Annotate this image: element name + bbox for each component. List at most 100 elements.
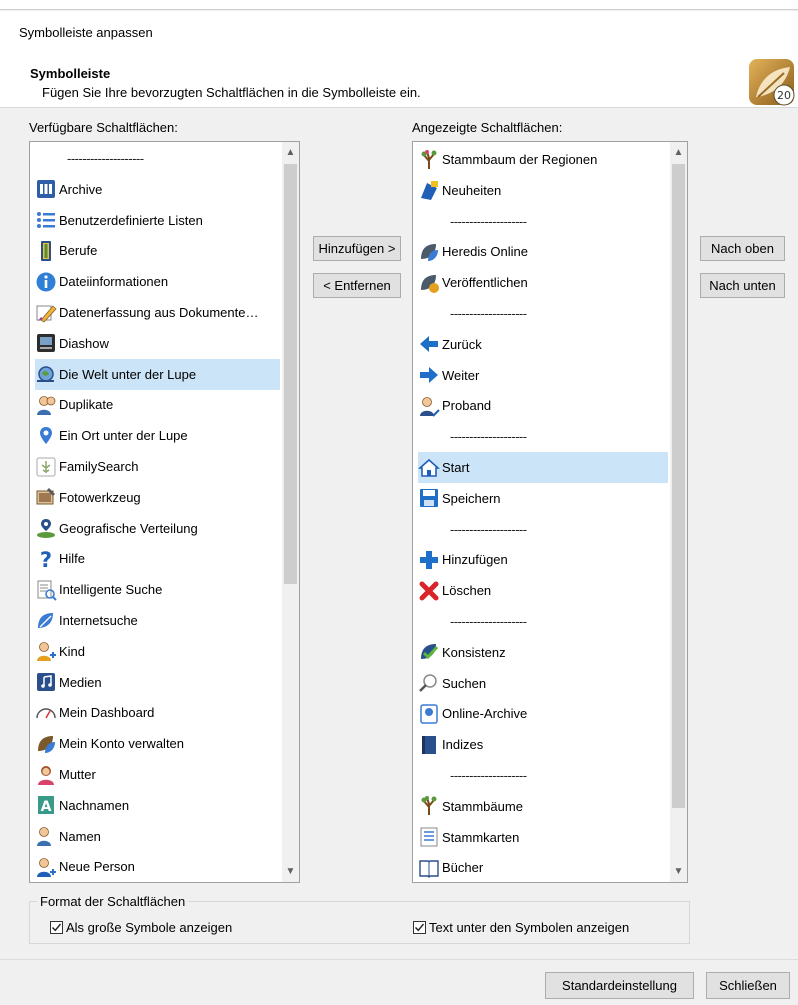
scroll-down-arrow-icon[interactable]: ▼ — [670, 863, 687, 880]
list-item-label: Nachnamen — [59, 797, 130, 813]
consistency-check-icon — [418, 641, 440, 663]
child-icon — [35, 640, 57, 662]
scroll-up-arrow-icon[interactable]: ▲ — [670, 144, 687, 161]
list-item[interactable]: Fotowerkzeug — [35, 482, 280, 513]
window-top-edge — [0, 0, 798, 10]
account-icon — [35, 733, 57, 755]
move-down-button[interactable]: Nach unten — [700, 273, 785, 298]
list-item[interactable]: Speichern — [418, 483, 668, 514]
archive-icon — [35, 178, 57, 200]
list-item[interactable]: Start — [418, 452, 668, 483]
list-item-label: -------------------- — [450, 213, 527, 229]
home-icon — [418, 457, 440, 479]
separator-item[interactable]: -------------------- — [418, 760, 668, 791]
list-item[interactable]: Archive — [35, 174, 280, 205]
list-item[interactable]: Kind — [35, 636, 280, 667]
text-below-checkbox[interactable]: Text unter den Symbolen anzeigen — [413, 920, 629, 935]
list-item[interactable]: Löschen — [418, 575, 668, 606]
scroll-up-arrow-icon[interactable]: ▲ — [282, 144, 299, 161]
list-item[interactable]: Medien — [35, 667, 280, 698]
default-settings-button[interactable]: Standardeinstellung — [545, 972, 694, 999]
large-icons-checkbox[interactable]: Als große Symbole anzeigen — [50, 920, 232, 935]
list-item[interactable]: Intelligente Suche — [35, 574, 280, 605]
large-icons-label: Als große Symbole anzeigen — [66, 920, 233, 935]
list-item[interactable]: Stammbäume — [418, 791, 668, 822]
list-item[interactable]: Zurück — [418, 329, 668, 360]
list-item[interactable]: Stammbaum der Regionen — [418, 144, 668, 175]
separator-item[interactable]: -------------------- — [418, 514, 668, 545]
list-item[interactable]: Bücher — [418, 852, 668, 882]
forward-arrow-icon — [418, 364, 440, 386]
list-item[interactable]: FamilySearch — [35, 451, 280, 482]
list-item[interactable]: Datenerfassung aus Dokumente… — [35, 297, 280, 328]
heredis-logo-icon: 20 — [746, 57, 796, 107]
scroll-down-arrow-icon[interactable]: ▼ — [282, 863, 299, 880]
list-item[interactable]: Hinzufügen — [418, 544, 668, 575]
available-scroll-thumb[interactable] — [284, 164, 297, 584]
list-item[interactable]: Mutter — [35, 759, 280, 790]
list-item-label: Mein Dashboard — [59, 705, 155, 721]
separator-item[interactable]: -------------------- — [418, 206, 668, 237]
list-item-label: Löschen — [442, 583, 492, 599]
dashboard-icon — [35, 702, 57, 724]
checkbox-box[interactable] — [50, 921, 63, 934]
list-item[interactable]: Benutzerdefinierte Listen — [35, 205, 280, 236]
list-item[interactable]: Veröffentlichen — [418, 267, 668, 298]
geo-distribution-icon — [35, 517, 57, 539]
list-item[interactable]: Mein Konto verwalten — [35, 728, 280, 759]
list-item-label: -------------------- — [450, 306, 527, 321]
pen-icon — [35, 302, 57, 324]
separator-item[interactable]: -------------------- — [418, 298, 668, 329]
list-item[interactable]: Duplikate — [35, 389, 280, 420]
displayed-buttons-list[interactable]: Stammbaum der Regionen Neuheiten ---------… — [412, 141, 688, 883]
list-item[interactable]: Konsistenz — [418, 637, 668, 668]
list-item[interactable]: Geografische Verteilung — [35, 513, 280, 544]
available-buttons-list[interactable]: -------------------- Archive Benutzerdefin… — [29, 141, 300, 883]
duplicates-icon — [35, 394, 57, 416]
place-pin-icon — [35, 425, 57, 447]
list-item[interactable]: Diashow — [35, 328, 280, 359]
list-item[interactable]: Neue Person — [35, 851, 280, 882]
family-tree-icon — [418, 795, 440, 817]
list-item-label: Kind — [59, 643, 86, 659]
list-item[interactable]: Weiter — [418, 360, 668, 391]
list-item[interactable]: Mein Dashboard — [35, 697, 280, 728]
list-item[interactable]: Berufe — [35, 235, 280, 266]
displayed-scroll-thumb[interactable] — [672, 164, 685, 808]
list-item-label: Ein Ort unter der Lupe — [59, 428, 188, 444]
proband-icon — [418, 395, 440, 417]
list-item[interactable]: Ein Ort unter der Lupe — [35, 420, 280, 451]
list-item[interactable]: Neuheiten — [418, 175, 668, 206]
list-item[interactable]: Internetsuche — [35, 605, 280, 636]
close-button[interactable]: Schließen — [706, 972, 790, 999]
list-item[interactable]: Indizes — [418, 729, 668, 760]
list-item[interactable]: Stammkarten — [418, 822, 668, 853]
list-item[interactable]: Dateiinformationen — [35, 266, 280, 297]
list-item-label: Intelligente Suche — [59, 582, 163, 598]
list-item[interactable]: Online-Archive — [418, 698, 668, 729]
list-item-label: Stammbäume — [442, 798, 523, 814]
list-item-label: -------------------- — [450, 429, 527, 445]
list-item[interactable]: Proband — [418, 390, 668, 421]
remove-button[interactable]: < Entfernen — [313, 273, 401, 298]
familysearch-icon — [35, 456, 57, 478]
available-scrollbar[interactable]: ▲ ▼ — [282, 142, 299, 882]
info-icon — [35, 271, 57, 293]
checkbox-box[interactable] — [413, 921, 426, 934]
displayed-scrollbar[interactable]: ▲ ▼ — [670, 142, 687, 882]
add-button[interactable]: Hinzufügen > — [313, 236, 401, 261]
list-item[interactable]: Heredis Online — [418, 236, 668, 267]
list-item[interactable]: Namen — [35, 821, 280, 852]
move-up-button[interactable]: Nach oben — [700, 236, 785, 261]
list-item[interactable]: Die Welt unter der Lupe — [35, 358, 280, 390]
list-icon — [35, 209, 57, 231]
separator-item[interactable]: -------------------- — [418, 421, 668, 452]
separator-item[interactable]: -------------------- — [35, 143, 280, 174]
smart-search-icon — [35, 579, 57, 601]
separator-item[interactable]: -------------------- — [418, 606, 668, 637]
svg-text:20: 20 — [777, 89, 791, 102]
list-item[interactable]: Suchen — [418, 668, 668, 699]
list-item[interactable]: A Nachnamen — [35, 790, 280, 821]
list-item[interactable]: ? Hilfe — [35, 543, 280, 574]
back-arrow-icon — [418, 333, 440, 355]
